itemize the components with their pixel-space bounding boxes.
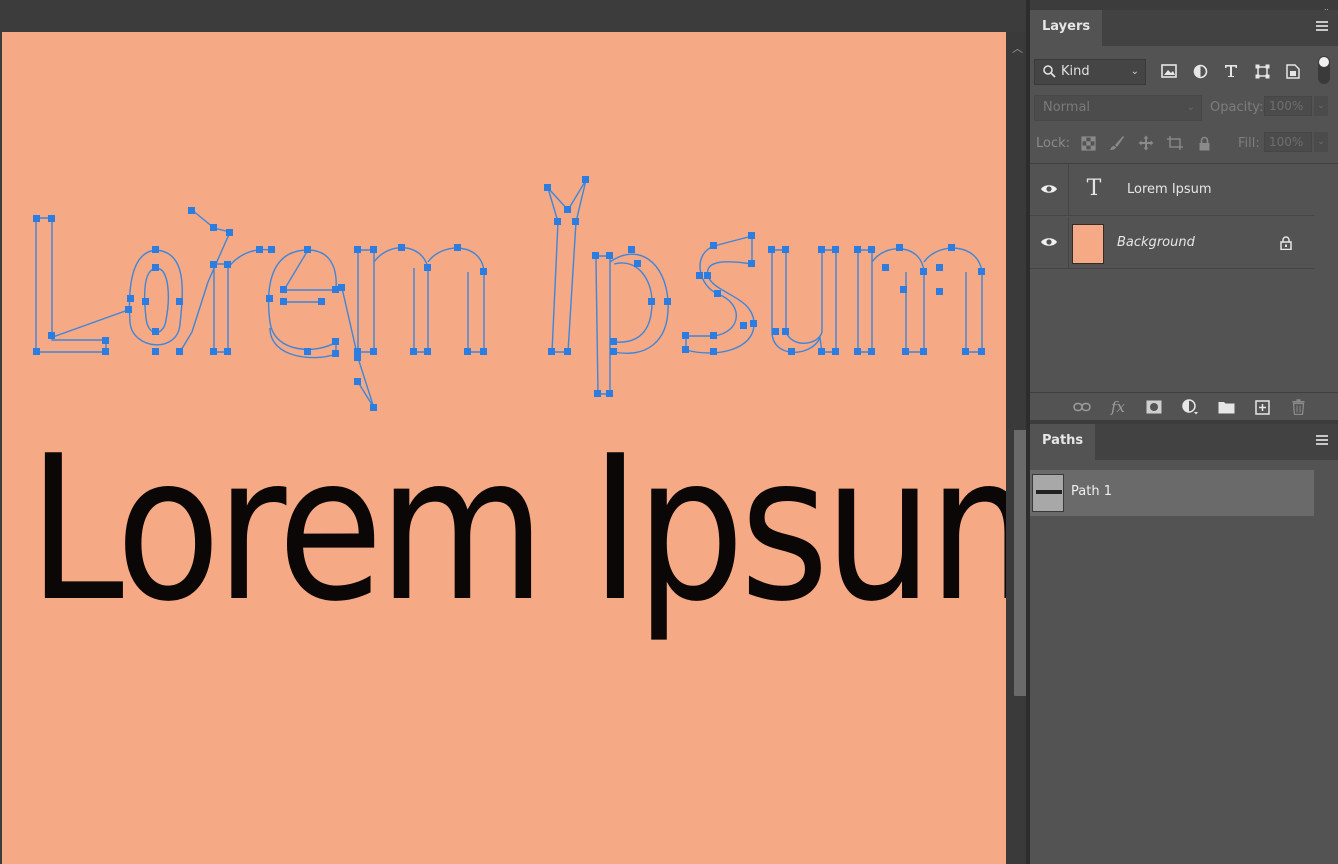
link-icon[interactable] [1070, 396, 1094, 418]
type-layer-icon[interactable] [1220, 60, 1242, 82]
lock-all-icon[interactable] [1194, 132, 1214, 154]
tab-paths[interactable]: Paths [1030, 424, 1096, 460]
layers-footer: fx [1030, 394, 1338, 420]
path-thumbnail [1032, 474, 1064, 512]
adjustment-layer-icon[interactable] [1189, 60, 1211, 82]
anchor-points [33, 176, 985, 411]
layer-lock-icon[interactable] [1280, 236, 1292, 250]
separator [1030, 392, 1338, 393]
layer-filter-icons [1158, 60, 1304, 84]
lock-label: Lock: [1036, 136, 1071, 151]
filter-toggle-switch[interactable] [1318, 56, 1330, 84]
layer-row-text[interactable]: T Lorem Ipsum [1030, 164, 1314, 216]
folder-icon[interactable] [1214, 396, 1238, 418]
search-icon [1043, 65, 1056, 78]
canvas-text-lorem-ipsum[interactable]: Lorem Ipsum [28, 430, 1006, 630]
chevron-down-icon: ⌄ [1186, 102, 1195, 113]
lock-artboard-icon[interactable] [1165, 132, 1185, 154]
adjustment-icon[interactable] [1178, 396, 1202, 418]
lock-image-pixels-icon[interactable] [1107, 132, 1127, 154]
kind-filter-select[interactable]: Kind ⌄ [1034, 59, 1146, 85]
path-glyph-r [213, 248, 271, 353]
path-glyph-L [35, 217, 129, 353]
opacity-label: Opacity: [1210, 100, 1264, 115]
blend-mode-value: Normal [1043, 100, 1091, 115]
scroll-up-icon[interactable]: ︿ [1012, 40, 1023, 56]
document-canvas[interactable]: Lorem Ipsum [2, 32, 1006, 864]
type-layer-thumbnail-icon: T [1086, 176, 1102, 201]
path-glyph-e [267, 249, 337, 359]
path-glyph-m [357, 247, 485, 353]
photoshop-window: Lorem Ipsum ︿ » Layers Kind ⌄ [0, 0, 1338, 864]
mask-icon[interactable] [1142, 396, 1166, 418]
fill-label: Fill: [1238, 136, 1260, 151]
pixel-layer-icon[interactable] [1158, 60, 1180, 82]
kind-filter-value: Kind [1061, 64, 1090, 79]
path-name[interactable]: Path 1 [1071, 484, 1112, 499]
fill-dropdown-icon[interactable]: ⌄ [1314, 132, 1328, 152]
visibility-eye-icon[interactable] [1040, 235, 1058, 249]
layer-row-background[interactable]: Background [1030, 217, 1314, 269]
path-glyph-p [595, 253, 669, 395]
layer-name[interactable]: Background [1117, 235, 1195, 250]
canvas-vertical-scrollbar[interactable]: ︿ [1006, 32, 1028, 864]
trash-icon[interactable] [1286, 396, 1310, 418]
fill-input[interactable]: 100% [1264, 132, 1312, 152]
chevron-down-icon: ⌄ [1130, 66, 1139, 77]
path-glyph-m2 [857, 247, 983, 353]
new-layer-icon[interactable] [1250, 396, 1274, 418]
blend-mode-select[interactable]: Normal ⌄ [1034, 95, 1202, 121]
path-glyph-o-tail [179, 209, 231, 353]
shape-layer-icon[interactable] [1251, 60, 1273, 82]
visibility-eye-icon[interactable] [1040, 182, 1058, 196]
opacity-dropdown-icon[interactable]: ⌄ [1314, 96, 1328, 116]
layers-tabbar: Layers [1030, 10, 1338, 46]
layer-name[interactable]: Lorem Ipsum [1127, 182, 1212, 197]
path-glyph-u [771, 249, 837, 353]
panel-menu-icon[interactable] [1316, 21, 1328, 31]
fx-icon[interactable]: fx [1106, 396, 1130, 418]
path-row[interactable]: Path 1 [1030, 470, 1314, 516]
paths-tabbar: Paths [1030, 424, 1338, 460]
layers-panel: » Layers Kind ⌄ [1030, 6, 1338, 420]
tab-layers[interactable]: Layers [1030, 10, 1103, 46]
smart-object-icon[interactable] [1282, 60, 1304, 82]
lock-transparent-pixels-icon[interactable] [1078, 132, 1098, 154]
path-glyph-I [547, 179, 587, 353]
paths-panel: Paths Path 1 [1030, 424, 1338, 864]
background-layer-thumbnail [1072, 224, 1104, 264]
opacity-input[interactable]: 100% [1264, 96, 1312, 116]
lock-position-icon[interactable] [1136, 132, 1156, 154]
lock-icons [1078, 132, 1214, 154]
panel-menu-icon[interactable] [1316, 435, 1328, 445]
top-bar [0, 0, 1030, 32]
